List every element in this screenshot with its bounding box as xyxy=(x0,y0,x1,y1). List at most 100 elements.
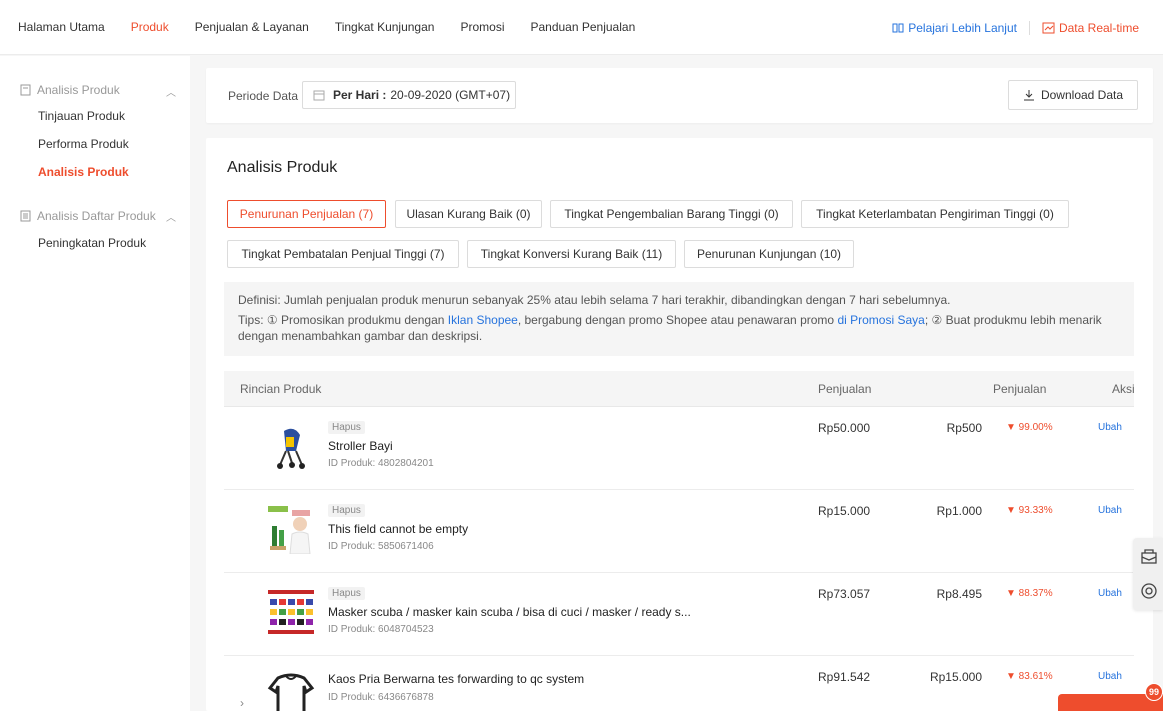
sales-change: ▼ 93.33% xyxy=(1006,505,1053,516)
product-analysis-card: Analisis Produk Penurunan Penjualan (7) … xyxy=(206,138,1153,711)
sales-current: Rp500 xyxy=(946,421,982,435)
sales-previous: Rp73.057 xyxy=(818,587,871,601)
sales-previous: Rp50.000 xyxy=(818,421,871,435)
sales-change: ▼ 99.00% xyxy=(1006,422,1053,433)
column-sales-previous[interactable]: Penjualan xyxy=(818,382,871,396)
sidebar-group-label: Analisis Produk xyxy=(37,83,120,97)
tips-text-2: , bergabung dengan promo Shopee atau pen… xyxy=(517,313,835,327)
nav-sales-guide[interactable]: Panduan Penjualan xyxy=(530,20,635,34)
chip-seller-cancellation-rate[interactable]: Tingkat Pembatalan Penjual Tinggi (7) xyxy=(227,240,459,268)
nav-promotion[interactable]: Promosi xyxy=(460,20,504,34)
realtime-data-label: Data Real-time xyxy=(1058,20,1139,35)
sidebar: Analisis Produk ︿ Tinjauan Produk Perfor… xyxy=(0,56,190,711)
book-icon xyxy=(892,23,904,32)
learn-more-link[interactable]: Pelajari Lebih Lanjut xyxy=(892,21,1017,35)
product-thumbnail xyxy=(266,504,316,554)
edit-link[interactable]: Ubah xyxy=(1098,671,1122,682)
chip-traffic-decline[interactable]: Penurunan Kunjungan (10) xyxy=(684,240,854,268)
chat-unread-badge: 99 xyxy=(1145,683,1163,701)
chip-sales-decline[interactable]: Penurunan Penjualan (7) xyxy=(227,200,386,228)
mail-icon[interactable] xyxy=(1140,548,1158,566)
sidebar-group-product-analysis[interactable]: Analisis Produk xyxy=(20,83,120,97)
nav-traffic[interactable]: Tingkat Kunjungan xyxy=(335,20,435,34)
edit-link[interactable]: Ubah xyxy=(1098,588,1122,599)
edit-link[interactable]: Ubah xyxy=(1098,422,1122,433)
calendar-icon xyxy=(313,90,325,101)
deleted-badge: Hapus xyxy=(328,504,365,517)
table-row: › Kaos Pria Berwarna tes forwarding to q… xyxy=(224,656,1134,711)
deleted-badge: Hapus xyxy=(328,587,365,600)
chevron-up-icon[interactable]: ︿ xyxy=(166,84,176,99)
column-sales-current[interactable]: Penjualan xyxy=(993,382,1046,396)
product-name[interactable]: This field cannot be empty xyxy=(328,522,728,536)
download-data-label: Download Data xyxy=(1040,88,1124,102)
table-header: Rincian Produk Penjualan Penjualan Aksi xyxy=(224,371,1135,407)
table-row: Hapus Stroller Bayi ID Produk: 480280420… xyxy=(224,407,1134,490)
chip-low-conversion-rate[interactable]: Tingkat Konversi Kurang Baik (11) xyxy=(467,240,676,268)
tips-line: Tips: ① Promosikan produkmu dengan Iklan… xyxy=(238,312,1120,344)
definition-line: Definisi: Jumlah penjualan produk menuru… xyxy=(238,292,1120,308)
product-name[interactable]: Kaos Pria Berwarna tes forwarding to qc … xyxy=(328,672,728,686)
edit-link[interactable]: Ubah xyxy=(1098,505,1122,516)
period-card: Periode Data Per Hari : 20-09-2020 (GMT+… xyxy=(206,68,1153,123)
date-picker[interactable]: Per Hari : 20-09-2020 (GMT+07) xyxy=(302,81,516,109)
definition-label: Definisi: xyxy=(238,293,281,307)
realtime-data-link[interactable]: Data Real-time xyxy=(1042,21,1139,35)
product-name[interactable]: Stroller Bayi xyxy=(328,439,728,453)
chip-late-shipment-rate[interactable]: Tingkat Keterlambatan Pengiriman Tinggi … xyxy=(801,200,1069,228)
sales-previous: Rp15.000 xyxy=(818,504,871,518)
sidebar-group-listing-analysis[interactable]: Analisis Daftar Produk xyxy=(20,209,156,223)
my-promotions-link[interactable]: di Promosi Saya xyxy=(837,313,924,327)
sidebar-item-product-performance[interactable]: Performa Produk xyxy=(38,137,129,151)
chevron-right-icon[interactable]: › xyxy=(240,696,244,710)
table-row: Hapus Masker scuba / masker kain scuba /… xyxy=(224,573,1134,656)
table-row: Hapus This field cannot be empty ID Prod… xyxy=(224,490,1134,573)
sidebar-item-product-analysis[interactable]: Analisis Produk xyxy=(38,165,129,179)
chip-high-return-rate[interactable]: Tingkat Pengembalian Barang Tinggi (0) xyxy=(550,200,793,228)
date-value: 20-09-2020 (GMT+07) xyxy=(390,88,511,102)
date-mode-label: Per Hari : xyxy=(333,88,387,102)
topnav-right: Pelajari Lebih Lanjut Data Real-time xyxy=(892,0,1139,55)
chevron-up-icon[interactable]: ︿ xyxy=(166,209,176,224)
nav-sales-service[interactable]: Penjualan & Layanan xyxy=(195,20,309,34)
top-navigation: Halaman Utama Produk Penjualan & Layanan… xyxy=(0,0,1163,55)
sales-change: ▼ 83.61% xyxy=(1006,671,1053,682)
sales-current: Rp1.000 xyxy=(936,504,982,518)
chip-bad-reviews[interactable]: Ulasan Kurang Baik (0) xyxy=(395,200,542,228)
download-icon xyxy=(1023,90,1034,101)
list-icon xyxy=(20,210,31,222)
definition-text: Jumlah penjualan produk menurun sebanyak… xyxy=(284,293,951,307)
product-id: ID Produk: 4802804201 xyxy=(328,458,434,469)
deleted-badge: Hapus xyxy=(328,421,365,434)
product-thumbnail xyxy=(266,587,316,637)
support-icon[interactable] xyxy=(1140,582,1158,600)
sales-current: Rp8.495 xyxy=(936,587,982,601)
sales-previous: Rp91.542 xyxy=(818,670,871,684)
product-name[interactable]: Masker scuba / masker kain scuba / bisa … xyxy=(328,605,728,619)
sidebar-item-product-overview[interactable]: Tinjauan Produk xyxy=(38,109,125,123)
period-label: Periode Data xyxy=(228,89,299,103)
nav-product[interactable]: Produk xyxy=(131,20,169,34)
column-product-details: Rincian Produk xyxy=(240,382,322,396)
document-icon xyxy=(20,84,31,96)
download-data-button[interactable]: Download Data xyxy=(1008,80,1138,110)
product-id: ID Produk: 6048704523 xyxy=(328,624,434,635)
product-id: ID Produk: 6436676878 xyxy=(328,692,434,703)
sidebar-group-label: Analisis Daftar Produk xyxy=(37,209,156,223)
divider xyxy=(1028,20,1030,35)
column-action: Aksi xyxy=(1112,382,1135,396)
sales-change: ▼ 88.37% xyxy=(1006,588,1053,599)
floating-toolbar xyxy=(1133,538,1163,610)
tips-text-1: ① Promosikan produkmu dengan xyxy=(266,313,445,327)
product-thumbnail xyxy=(266,670,316,711)
definition-box: Definisi: Jumlah penjualan produk menuru… xyxy=(224,282,1134,356)
nav-home[interactable]: Halaman Utama xyxy=(18,20,105,34)
product-thumbnail xyxy=(266,421,316,471)
sales-current: Rp15.000 xyxy=(929,670,982,684)
sidebar-item-product-improvement[interactable]: Peningkatan Produk xyxy=(38,236,146,250)
product-id: ID Produk: 5850671406 xyxy=(328,541,434,552)
chart-icon xyxy=(1042,22,1055,33)
learn-more-label: Pelajari Lebih Lanjut xyxy=(908,20,1017,35)
shopee-ads-link[interactable]: Iklan Shopee xyxy=(448,313,518,327)
section-title: Analisis Produk xyxy=(227,159,338,176)
